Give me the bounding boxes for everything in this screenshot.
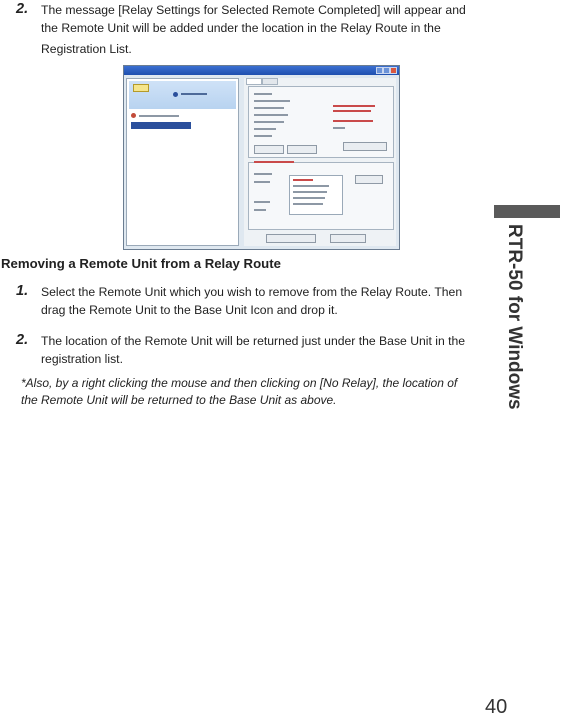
settings-pane (244, 78, 396, 246)
step-number: 1. (16, 283, 29, 299)
step-text-line: The location of the Remote Unit will be … (41, 334, 466, 348)
step-text: The location of the Remote Unit will be … (41, 333, 481, 368)
registration-list-pane (126, 78, 239, 246)
selected-remote-unit (131, 122, 191, 129)
remote-settings-group (248, 86, 394, 158)
relay-route-list (289, 175, 343, 215)
step-location-returned: 2. The location of the Remote Unit will … (0, 332, 500, 369)
dialog-button-close (330, 234, 366, 243)
step-text-line: The message [Relay Settings for Selected… (41, 3, 466, 17)
screenshot-titlebar (124, 66, 399, 75)
base-unit-icon (173, 92, 178, 97)
step-text-line: registration list. (41, 351, 123, 366)
step-text-line: drag the Remote Unit to the Base Unit Ic… (41, 302, 338, 317)
settings-button-3 (343, 142, 387, 151)
tab-settings (246, 78, 262, 85)
step-number: 2. (16, 332, 29, 348)
remote-unit-icon (131, 113, 136, 118)
base-unit-node (129, 81, 236, 109)
step-relay-completed: 2. The message [Relay Settings for Selec… (0, 1, 500, 59)
settings-button-2 (287, 145, 317, 154)
side-tab-bar (494, 205, 560, 218)
relay-route-group (248, 161, 394, 230)
dialog-button-ok (266, 234, 316, 243)
step-text-line: Select the Remote Unit which you wish to… (41, 285, 463, 299)
note-no-relay: *Also, by a right clicking the mouse and… (21, 375, 481, 409)
page-number: 40 (485, 696, 508, 718)
relay-route-screenshot (123, 65, 400, 250)
side-title: RTR-50 for Windows (497, 224, 527, 434)
note-line: *Also, by a right clicking the mouse and… (21, 376, 458, 390)
settings-button-1 (254, 145, 284, 154)
relay-button (355, 175, 383, 184)
note-line: the Remote Unit will be returned to the … (21, 393, 337, 407)
side-title-text: RTR-50 for Windows (504, 224, 525, 410)
step-text-line: Registration List. (41, 42, 132, 56)
step-select-remote: 1. Select the Remote Unit which you wish… (0, 283, 500, 320)
section-heading: Removing a Remote Unit from a Relay Rout… (1, 256, 281, 271)
tab-other (262, 78, 278, 85)
close-icon (390, 67, 397, 74)
step-text: The message [Relay Settings for Selected… (41, 2, 481, 59)
minimize-icon (376, 67, 383, 74)
step-text-line: the Remote Unit will be added under the … (41, 20, 441, 35)
maximize-icon (383, 67, 390, 74)
step-number: 2. (16, 1, 29, 17)
step-text: Select the Remote Unit which you wish to… (41, 284, 481, 319)
